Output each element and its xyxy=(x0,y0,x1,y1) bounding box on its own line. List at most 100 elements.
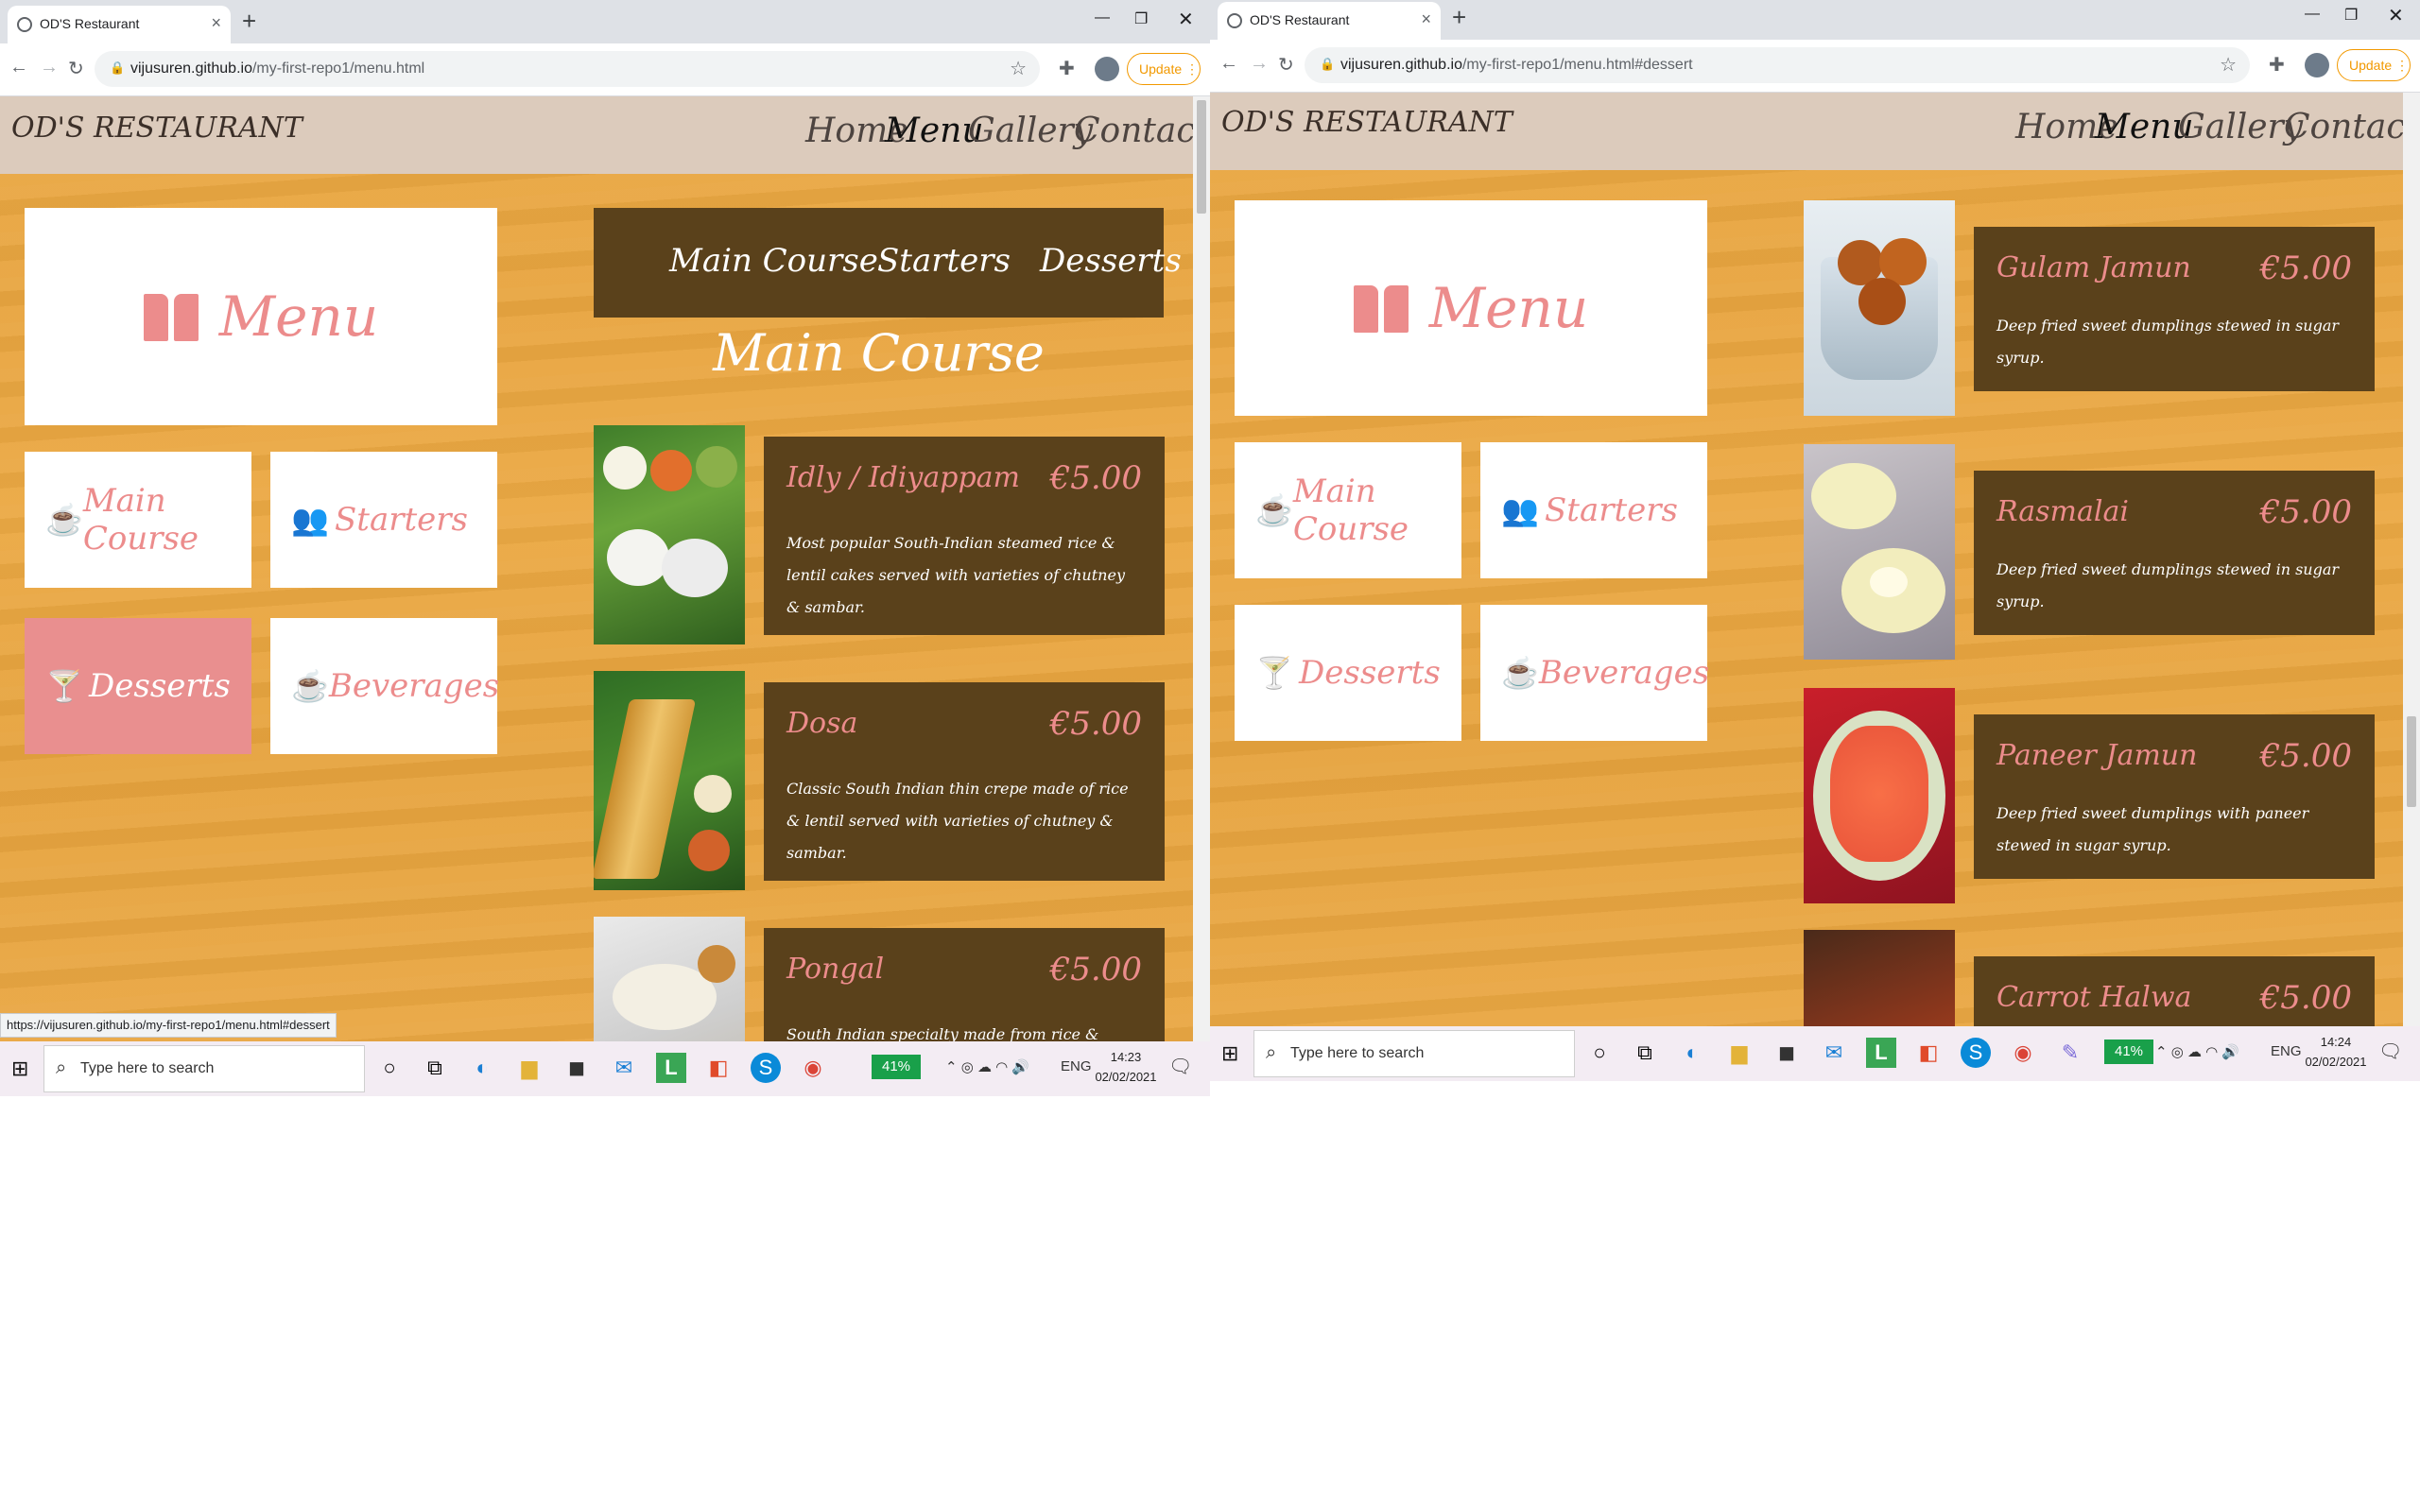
skype-icon[interactable]: S xyxy=(1961,1038,1991,1068)
taskbar-clock[interactable]: 14:23 02/02/2021 xyxy=(1093,1047,1159,1087)
category-beverages[interactable]: ☕ Beverages xyxy=(270,618,499,754)
skype-icon[interactable]: S xyxy=(751,1053,781,1083)
dish-info-panel: Gulam Jamun €5.00 Deep fried sweet dumpl… xyxy=(1974,227,2375,391)
battery-indicator: 41% xyxy=(2104,1040,2153,1064)
vertical-scrollbar[interactable] xyxy=(2403,93,2420,1026)
users-icon: 👥 xyxy=(291,503,329,537)
dish-price: €5.00 xyxy=(1049,951,1142,988)
app-l-icon[interactable]: L xyxy=(656,1053,686,1083)
dish-description: Deep fried sweet dumplings with paneer s… xyxy=(1996,804,2309,854)
profile-avatar[interactable] xyxy=(1095,57,1119,81)
category-main-course[interactable]: ☕ Main Course xyxy=(1235,442,1461,578)
tab-strip: OD'S Restaurant × + — ❐ ✕ xyxy=(1210,0,2420,40)
menu-title: Menu xyxy=(1428,276,1589,340)
taskbar-search-box[interactable]: ⌕ Type here to search xyxy=(1253,1030,1575,1077)
update-button[interactable]: Update ⋮ xyxy=(2337,49,2411,81)
dish-info-panel: Carrot Halwa €5.00 xyxy=(1974,956,2375,1026)
section-tab-main-course[interactable]: Main Course xyxy=(669,242,878,280)
tray-icons[interactable]: ⌃ ◎ ☁ ◠ 🔊 xyxy=(2155,1043,2239,1060)
menu-title-card: Menu xyxy=(1235,200,1707,416)
bookmark-star-icon[interactable]: ☆ xyxy=(1010,57,1027,80)
browser-tab[interactable]: OD'S Restaurant × xyxy=(1218,2,1441,40)
restore-icon[interactable]: ❐ xyxy=(2344,6,2358,25)
extensions-puzzle-icon[interactable]: ✚ xyxy=(2269,53,2285,77)
section-tab-starters[interactable]: Starters xyxy=(877,242,1011,280)
forward-arrow-icon[interactable]: → xyxy=(1250,53,1269,75)
url-field[interactable]: 🔒 vijusuren.github.io/my-first-repo1/men… xyxy=(95,51,1040,87)
update-label: Update xyxy=(1139,61,1183,77)
url-host: vijusuren.github.io xyxy=(130,60,252,77)
site-logo[interactable]: OD'S RESTAURANT xyxy=(11,112,302,145)
taskbar-clock[interactable]: 14:24 02/02/2021 xyxy=(2303,1032,2369,1072)
nav-contact[interactable]: Contact xyxy=(2284,108,2403,146)
scrollbar-thumb[interactable] xyxy=(1197,100,1206,214)
browser-tab[interactable]: OD'S Restaurant × xyxy=(8,6,231,43)
dish-name: Idly / Idiyappam xyxy=(786,461,1021,494)
category-starters[interactable]: 👥 Starters xyxy=(270,452,497,588)
category-beverages[interactable]: ☕ Beverages xyxy=(1480,605,1709,741)
reload-icon[interactable]: ↻ xyxy=(68,57,84,80)
lock-icon: 🔒 xyxy=(1320,57,1336,71)
edge-icon[interactable]: ◐ xyxy=(1677,1038,1707,1068)
clock-time: 14:23 xyxy=(1110,1050,1142,1064)
window-close-icon[interactable]: ✕ xyxy=(1178,8,1194,31)
windows-start-icon[interactable]: ⊞ xyxy=(11,1057,28,1081)
extensions-puzzle-icon[interactable]: ✚ xyxy=(1059,57,1075,80)
menu-title: Menu xyxy=(218,284,379,349)
back-arrow-icon[interactable]: ← xyxy=(9,57,28,78)
battery-indicator: 41% xyxy=(872,1055,921,1079)
url-field[interactable]: 🔒 vijusuren.github.io/my-first-repo1/men… xyxy=(1305,47,2250,83)
profile-avatar[interactable] xyxy=(2305,53,2329,77)
new-tab-button[interactable]: + xyxy=(1452,4,1466,30)
office-icon[interactable]: ◧ xyxy=(1913,1038,1944,1068)
office-icon[interactable]: ◧ xyxy=(703,1053,734,1083)
reload-icon[interactable]: ↻ xyxy=(1278,53,1294,77)
category-desserts[interactable]: 🍸 Desserts xyxy=(25,618,251,754)
site-logo[interactable]: OD'S RESTAURANT xyxy=(1221,106,1512,139)
minimize-icon[interactable]: — xyxy=(1095,9,1110,26)
language-indicator[interactable]: ENG xyxy=(2271,1043,2302,1059)
nav-contact[interactable]: Contact xyxy=(1074,112,1193,150)
dish-info-panel: Paneer Jamun €5.00 Deep fried sweet dump… xyxy=(1974,714,2375,879)
category-main-course[interactable]: ☕ Main Course xyxy=(25,452,251,588)
section-tab-desserts[interactable]: Desserts xyxy=(1040,242,1182,280)
store-icon[interactable]: ◼ xyxy=(562,1053,592,1083)
vertical-scrollbar[interactable] xyxy=(1193,96,1210,1041)
language-indicator[interactable]: ENG xyxy=(1061,1058,1092,1074)
category-desserts[interactable]: 🍸 Desserts xyxy=(1235,605,1461,741)
section-heading: Main Course xyxy=(713,323,1045,383)
window-close-icon[interactable]: ✕ xyxy=(2388,4,2404,27)
notification-icon[interactable]: 🗨 xyxy=(2378,1040,2402,1063)
update-button[interactable]: Update ⋮ xyxy=(1127,53,1201,85)
file-explorer-icon[interactable]: ▆ xyxy=(514,1053,544,1083)
task-view-icon[interactable]: ⧉ xyxy=(420,1053,450,1083)
close-tab-icon[interactable]: × xyxy=(211,13,221,33)
store-icon[interactable]: ◼ xyxy=(1772,1038,1802,1068)
notification-icon[interactable]: 🗨 xyxy=(1168,1055,1192,1078)
chrome-icon[interactable]: ◉ xyxy=(2008,1038,2038,1068)
edge-icon[interactable]: ◐ xyxy=(467,1053,497,1083)
back-arrow-icon[interactable]: ← xyxy=(1219,53,1238,75)
category-starters[interactable]: 👥 Starters xyxy=(1480,442,1707,578)
dish-name: Paneer Jamun xyxy=(1996,739,2198,772)
file-explorer-icon[interactable]: ▆ xyxy=(1724,1038,1754,1068)
scrollbar-thumb[interactable] xyxy=(2407,716,2416,807)
new-tab-button[interactable]: + xyxy=(242,8,256,34)
mail-icon[interactable]: ✉ xyxy=(1819,1038,1849,1068)
app-l-icon[interactable]: L xyxy=(1866,1038,1896,1068)
tray-icons[interactable]: ⌃ ◎ ☁ ◠ 🔊 xyxy=(945,1058,1029,1075)
restore-icon[interactable]: ❐ xyxy=(1134,9,1148,28)
cortana-icon[interactable]: ○ xyxy=(374,1053,405,1083)
task-view-icon[interactable]: ⧉ xyxy=(1630,1038,1660,1068)
bookmark-star-icon[interactable]: ☆ xyxy=(2220,53,2237,77)
cortana-icon[interactable]: ○ xyxy=(1584,1038,1615,1068)
minimize-icon[interactable]: — xyxy=(2305,6,2320,23)
windows-start-icon[interactable]: ⊞ xyxy=(1221,1041,1238,1066)
taskbar-search-box[interactable]: ⌕ Type here to search xyxy=(43,1045,365,1092)
forward-arrow-icon[interactable]: → xyxy=(40,57,59,78)
paint-icon[interactable]: ✎ xyxy=(2055,1038,2085,1068)
close-tab-icon[interactable]: × xyxy=(1421,9,1431,29)
dish-price: €5.00 xyxy=(1049,459,1142,497)
chrome-icon[interactable]: ◉ xyxy=(798,1053,828,1083)
mail-icon[interactable]: ✉ xyxy=(609,1053,639,1083)
